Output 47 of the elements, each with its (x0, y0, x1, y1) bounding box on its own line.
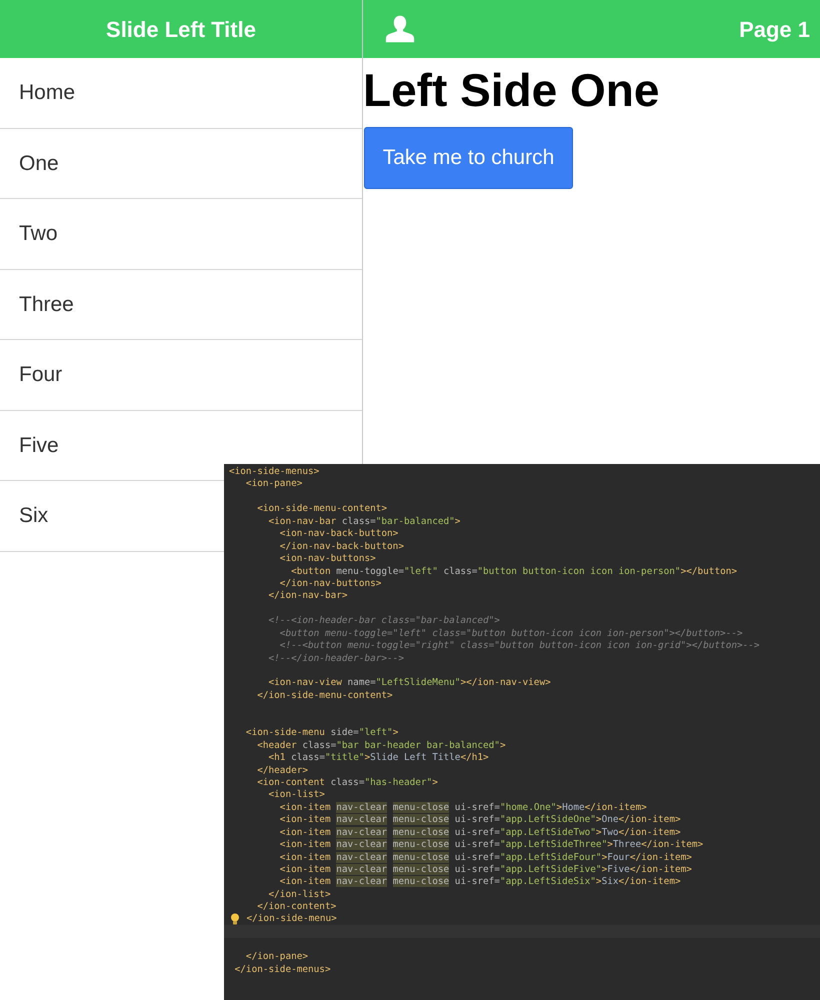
code-line: <ion-item nav-clear menu-close ui-sref="app.LeftSideOne">One</ion-item> (278, 814, 681, 827)
code-line: </ion-list> (268, 888, 331, 902)
code-line: <!--<button menu-toggle="right" class="button button-icon icon ion-grid"></button>--> (278, 640, 760, 653)
code-line: <ion-pane> (244, 478, 302, 491)
code-line: <button menu-toggle="left" class="button button-icon icon ion-person"></button>--> (278, 628, 743, 640)
code-line: <ion-nav-bar class="bar-balanced"> (268, 516, 460, 528)
code-line: <ion-side-menu side="left"> (244, 727, 398, 740)
menu-item[interactable]: Two (19, 218, 58, 250)
menu-title: Slide Left Title (106, 16, 256, 44)
code-line: <ion-nav-buttons> (278, 553, 376, 566)
code-line: <ion-content class="has-header"> (256, 776, 438, 790)
code-line: <ion-item nav-clear menu-close ui-sref="app.LeftSideSix">Six</ion-item> (278, 876, 681, 889)
code-line: </ion-side-menus> (234, 964, 331, 976)
menu-item[interactable]: Six (19, 500, 48, 532)
code-line: </ion-nav-back-button> (278, 540, 404, 554)
page-heading: Left Side One (363, 64, 660, 116)
code-line: </header> (256, 764, 308, 777)
code-line: <ion-list> (268, 789, 325, 802)
code-line: </ion-nav-bar> (268, 590, 348, 603)
lightbulb-icon (230, 912, 240, 925)
page-title: Page 1 (739, 16, 810, 44)
code-line: <ion-item nav-clear menu-close ui-sref="app.LeftSideThree">Three</ion-item> (278, 839, 704, 852)
code-line: <ion-nav-back-button> (278, 528, 398, 541)
code-line: <h1 class="title">Slide Left Title</h1> (268, 752, 489, 765)
menu-item[interactable]: Five (19, 430, 59, 461)
menu-item[interactable]: Four (19, 359, 62, 390)
code-line: <header class="bar bar-header bar-balanced"> (256, 740, 506, 752)
action-button[interactable]: Take me to church (364, 127, 573, 189)
menu-item[interactable]: One (19, 148, 59, 179)
code-line: <button menu-toggle="left" class="button button-icon icon ion-person"></button> (290, 566, 738, 578)
code-line: <ion-side-menu-content> (256, 503, 388, 516)
menu-item[interactable]: Three (19, 288, 74, 320)
code-line: <!--</ion-header-bar>--> (268, 652, 404, 666)
code-line: <ion-side-menus> (229, 466, 320, 478)
code-line: </ion-side-menu> (246, 912, 337, 926)
code-line: <ion-item nav-clear menu-close ui-sref="app.LeftSideFour">Four</ion-item> (278, 852, 692, 864)
menu-item[interactable]: Home (19, 77, 76, 108)
person-icon[interactable] (383, 14, 417, 44)
code-line: <ion-nav-view name="LeftSlideMenu"></ion-nav-view> (268, 677, 551, 690)
code-line: <!--<ion-header-bar class="bar-balanced"> (268, 615, 500, 628)
code-line: <ion-item nav-clear menu-close ui-sref="app.LeftSideFive">Five</ion-item> (278, 864, 692, 876)
code-line: </ion-nav-buttons> (278, 578, 382, 590)
code-line: <ion-item nav-clear menu-close ui-sref="app.LeftSideTwo">Two</ion-item> (278, 826, 681, 840)
code-line: <ion-item nav-clear menu-close ui-sref="home.One">Home</ion-item> (278, 802, 647, 814)
code-line: </ion-pane> (244, 951, 308, 964)
code-line: </ion-content> (256, 901, 336, 914)
code-line: </ion-side-menu-content> (256, 690, 393, 702)
